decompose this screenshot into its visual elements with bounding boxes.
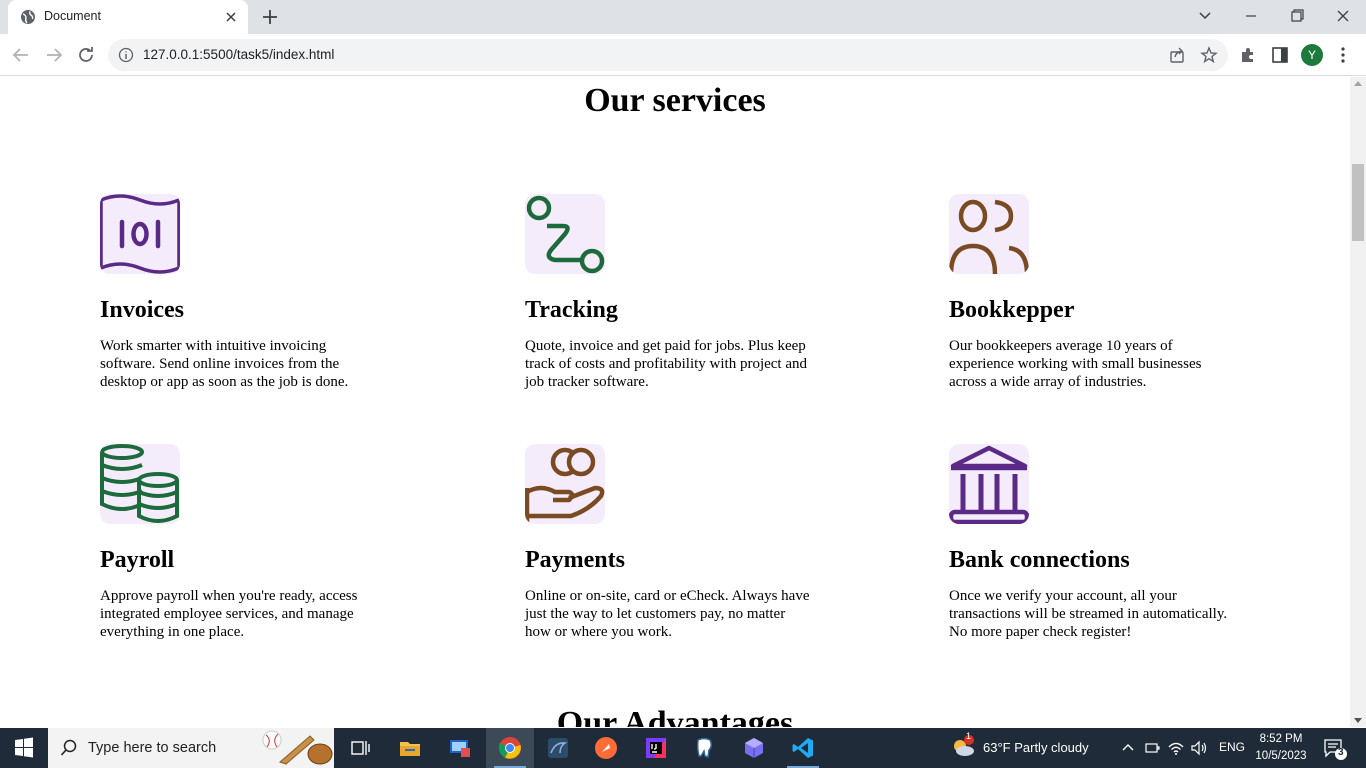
profile-avatar[interactable]: Y	[1301, 44, 1323, 66]
globe-icon	[21, 10, 35, 24]
task-view-button[interactable]	[336, 728, 384, 768]
reload-icon[interactable]	[75, 44, 97, 66]
clock-time: 8:52 PM	[1259, 733, 1303, 745]
vscode-icon	[792, 738, 813, 758]
intellij-icon	[646, 738, 666, 758]
postman-icon	[595, 737, 617, 759]
postgres-elephant-icon	[696, 737, 713, 758]
weather-alert-badge: 1	[966, 731, 972, 741]
scroll-down-arrow-icon[interactable]	[1354, 718, 1362, 723]
browser-toolbar: 127.0.0.1:5500/task5/index.html Y	[0, 34, 1366, 76]
clock-date: 10/5/2023	[1255, 750, 1307, 762]
search-placeholder: Type here to search	[88, 740, 217, 756]
service-card-payroll: Payroll Approve payroll when you're read…	[100, 444, 430, 641]
remote-desktop-icon	[450, 740, 470, 757]
service-card-bookkepper: Bookkepper Our bookkeepers average 10 ye…	[949, 194, 1279, 391]
service-card-invoices: Invoices Work smarter with intuitive inv…	[100, 194, 430, 391]
service-title: Bookkepper	[949, 297, 1075, 323]
service-title: Payments	[525, 547, 625, 573]
chevron-up-icon[interactable]	[1120, 740, 1136, 756]
windows-taskbar: Type here to search 1 63°F Partly cloudy…	[0, 728, 1366, 768]
service-card-payments: Payments Online or on-site, card or eChe…	[525, 444, 855, 641]
new-tab-button[interactable]	[258, 6, 282, 28]
weather-cloudy-icon[interactable]	[950, 734, 976, 760]
close-window-button[interactable]	[1328, 4, 1358, 28]
advantages-heading: Our Advantages	[556, 705, 794, 727]
vscode-button[interactable]	[779, 728, 827, 768]
mysql-workbench-button[interactable]	[534, 728, 582, 768]
database-dolphin-icon	[548, 738, 568, 758]
restore-button[interactable]	[1282, 4, 1312, 28]
service-card-tracking: Tracking Quote, invoice and get paid for…	[525, 194, 855, 391]
site-info-icon[interactable]	[118, 47, 134, 63]
notification-center-icon[interactable]	[1322, 737, 1348, 761]
page-scrollbar[interactable]	[1350, 77, 1366, 727]
scroll-up-arrow-icon[interactable]	[1354, 81, 1362, 86]
bookmark-star-icon[interactable]	[1200, 46, 1218, 64]
chrome-icon	[498, 737, 521, 759]
service-description: Once we verify your account, all your tr…	[949, 588, 1228, 640]
service-card-bank-connections: Bank connections Once we verify your acc…	[949, 444, 1279, 641]
close-tab-icon[interactable]	[222, 8, 240, 26]
cube-icon	[745, 738, 763, 758]
browser-tab-strip: Document	[0, 0, 1366, 34]
route-icon	[525, 194, 605, 274]
tab-search-chevron-icon[interactable]	[1190, 4, 1220, 28]
address-bar[interactable]: 127.0.0.1:5500/task5/index.html	[108, 39, 1228, 71]
pgadmin-button[interactable]	[680, 728, 728, 768]
remote-desktop-button[interactable]	[436, 728, 484, 768]
invoice-icon	[100, 194, 180, 274]
hand-coins-icon	[525, 444, 605, 524]
url-text[interactable]: 127.0.0.1:5500/task5/index.html	[143, 47, 334, 62]
service-title: Invoices	[100, 297, 184, 323]
language-indicator[interactable]: ENG	[1219, 740, 1245, 754]
taskbar-search[interactable]: Type here to search	[48, 728, 334, 768]
forward-arrow-icon[interactable]	[43, 44, 65, 66]
service-description: Quote, invoice and get paid for jobs. Pl…	[525, 338, 808, 390]
wifi-icon[interactable]	[1167, 739, 1185, 757]
extensions-puzzle-icon[interactable]	[1238, 45, 1258, 65]
weather-text[interactable]: 63°F Partly cloudy	[983, 740, 1089, 755]
baseball-search-highlight-icon	[262, 730, 333, 765]
speaker-icon[interactable]	[1190, 739, 1208, 757]
service-title: Payroll	[100, 547, 175, 573]
power-automate-button[interactable]	[730, 728, 778, 768]
page-viewport: Our services Invoices Work smarter with …	[0, 77, 1350, 727]
folder-icon	[400, 742, 420, 756]
services-heading: Our services	[584, 82, 766, 119]
scrollbar-thumb[interactable]	[1352, 164, 1364, 241]
minimize-button[interactable]	[1236, 4, 1266, 28]
search-icon	[60, 739, 77, 756]
windows-start-icon[interactable]	[0, 728, 48, 768]
task-view-icon	[351, 741, 370, 755]
service-description: Work smarter with intuitive invoicing so…	[100, 338, 349, 390]
service-description: Our bookkeepers average 10 years of expe…	[949, 338, 1202, 390]
users-icon	[949, 194, 1029, 274]
chrome-button[interactable]	[486, 728, 534, 768]
bank-icon	[949, 444, 1029, 524]
service-description: Online or on-site, card or eCheck. Alway…	[525, 588, 810, 640]
service-description: Approve payroll when you're ready, acces…	[100, 588, 358, 640]
postman-button[interactable]	[582, 728, 630, 768]
service-title: Tracking	[525, 297, 618, 323]
kebab-menu-icon[interactable]	[1333, 45, 1353, 65]
tab-title: Document	[44, 9, 101, 23]
back-arrow-icon[interactable]	[10, 44, 32, 66]
coins-stack-icon	[100, 444, 180, 524]
battery-plug-icon[interactable]	[1143, 739, 1161, 757]
file-explorer-button[interactable]	[386, 728, 434, 768]
side-panel-icon[interactable]	[1270, 45, 1290, 65]
share-icon[interactable]	[1168, 46, 1186, 64]
notification-count-badge: 3	[1338, 747, 1344, 758]
intellij-button[interactable]	[632, 728, 680, 768]
taskbar-clock[interactable]: 8:52 PM 10/5/2023	[1250, 731, 1312, 765]
browser-tab[interactable]: Document	[8, 0, 248, 34]
service-title: Bank connections	[949, 547, 1130, 573]
